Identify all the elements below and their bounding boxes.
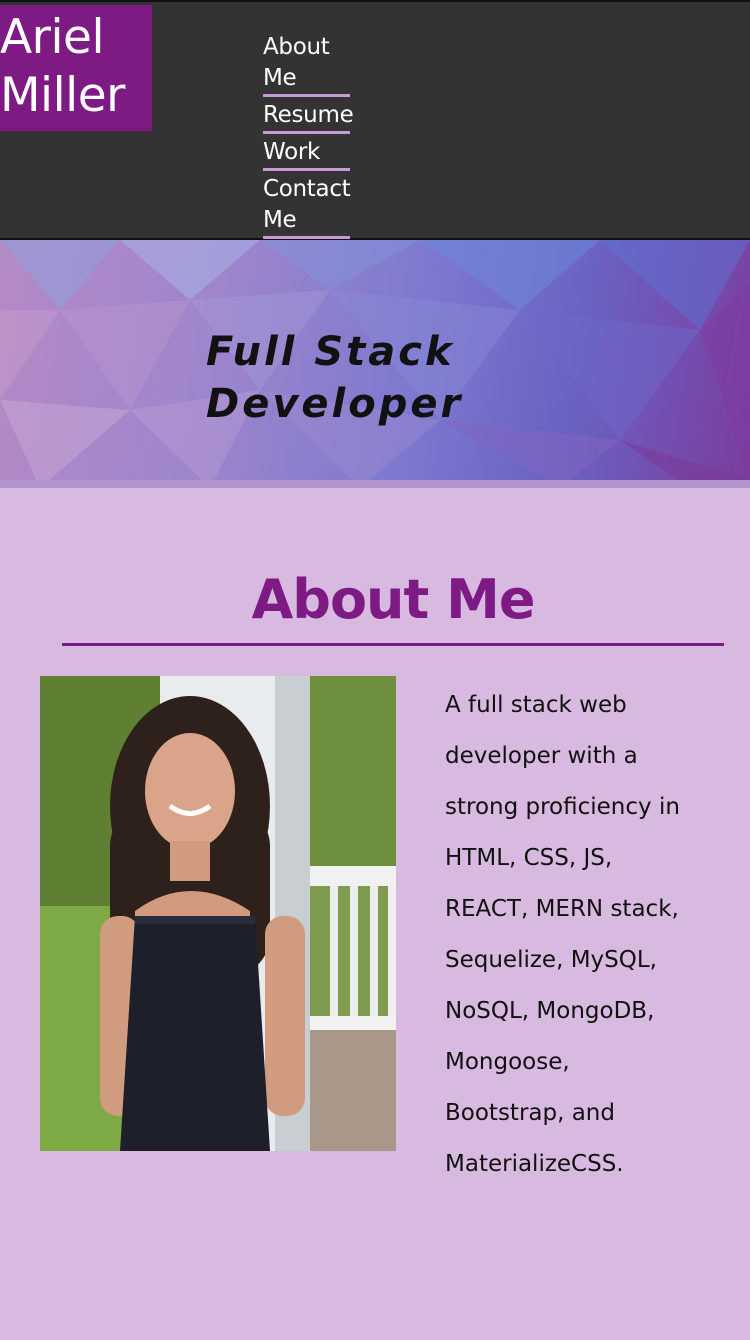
logo-last-name: Miller: [0, 68, 125, 123]
nav-about-me[interactable]: About Me: [263, 32, 350, 97]
nav-contact-me[interactable]: Contact Me: [263, 174, 351, 239]
nav-work-label: Work: [263, 139, 321, 165]
nav-about-me-label-2: Me: [263, 65, 297, 91]
hero-bottom-border: [0, 480, 750, 488]
about-bio: A full stack web developer with a strong…: [445, 692, 680, 1177]
profile-photo: [40, 676, 396, 1151]
hero-line-2: Developer: [206, 381, 464, 427]
nav-work[interactable]: Work: [263, 137, 350, 171]
hero-banner: Full Stack Developer: [0, 240, 750, 488]
main-nav: About Me Resume Work Contact Me: [263, 32, 363, 242]
nav-about-me-label-1: About: [263, 34, 330, 60]
portrait-illustration: [40, 676, 396, 1151]
site-header: Ariel Miller About Me Resume Work Contac…: [0, 0, 750, 240]
nav-resume[interactable]: Resume: [263, 100, 354, 134]
about-heading: About Me: [251, 568, 536, 631]
nav-resume-label: Resume: [263, 102, 354, 128]
nav-contact-me-label-1: Contact: [263, 176, 351, 202]
hero-headline: Full Stack Developer: [206, 326, 463, 430]
logo-first-name: Ariel: [0, 10, 105, 65]
site-logo[interactable]: Ariel Miller: [0, 5, 152, 131]
nav-contact-me-label-2: Me: [263, 207, 297, 233]
about-divider: [62, 643, 724, 646]
hero-line-1: Full Stack: [206, 329, 455, 375]
